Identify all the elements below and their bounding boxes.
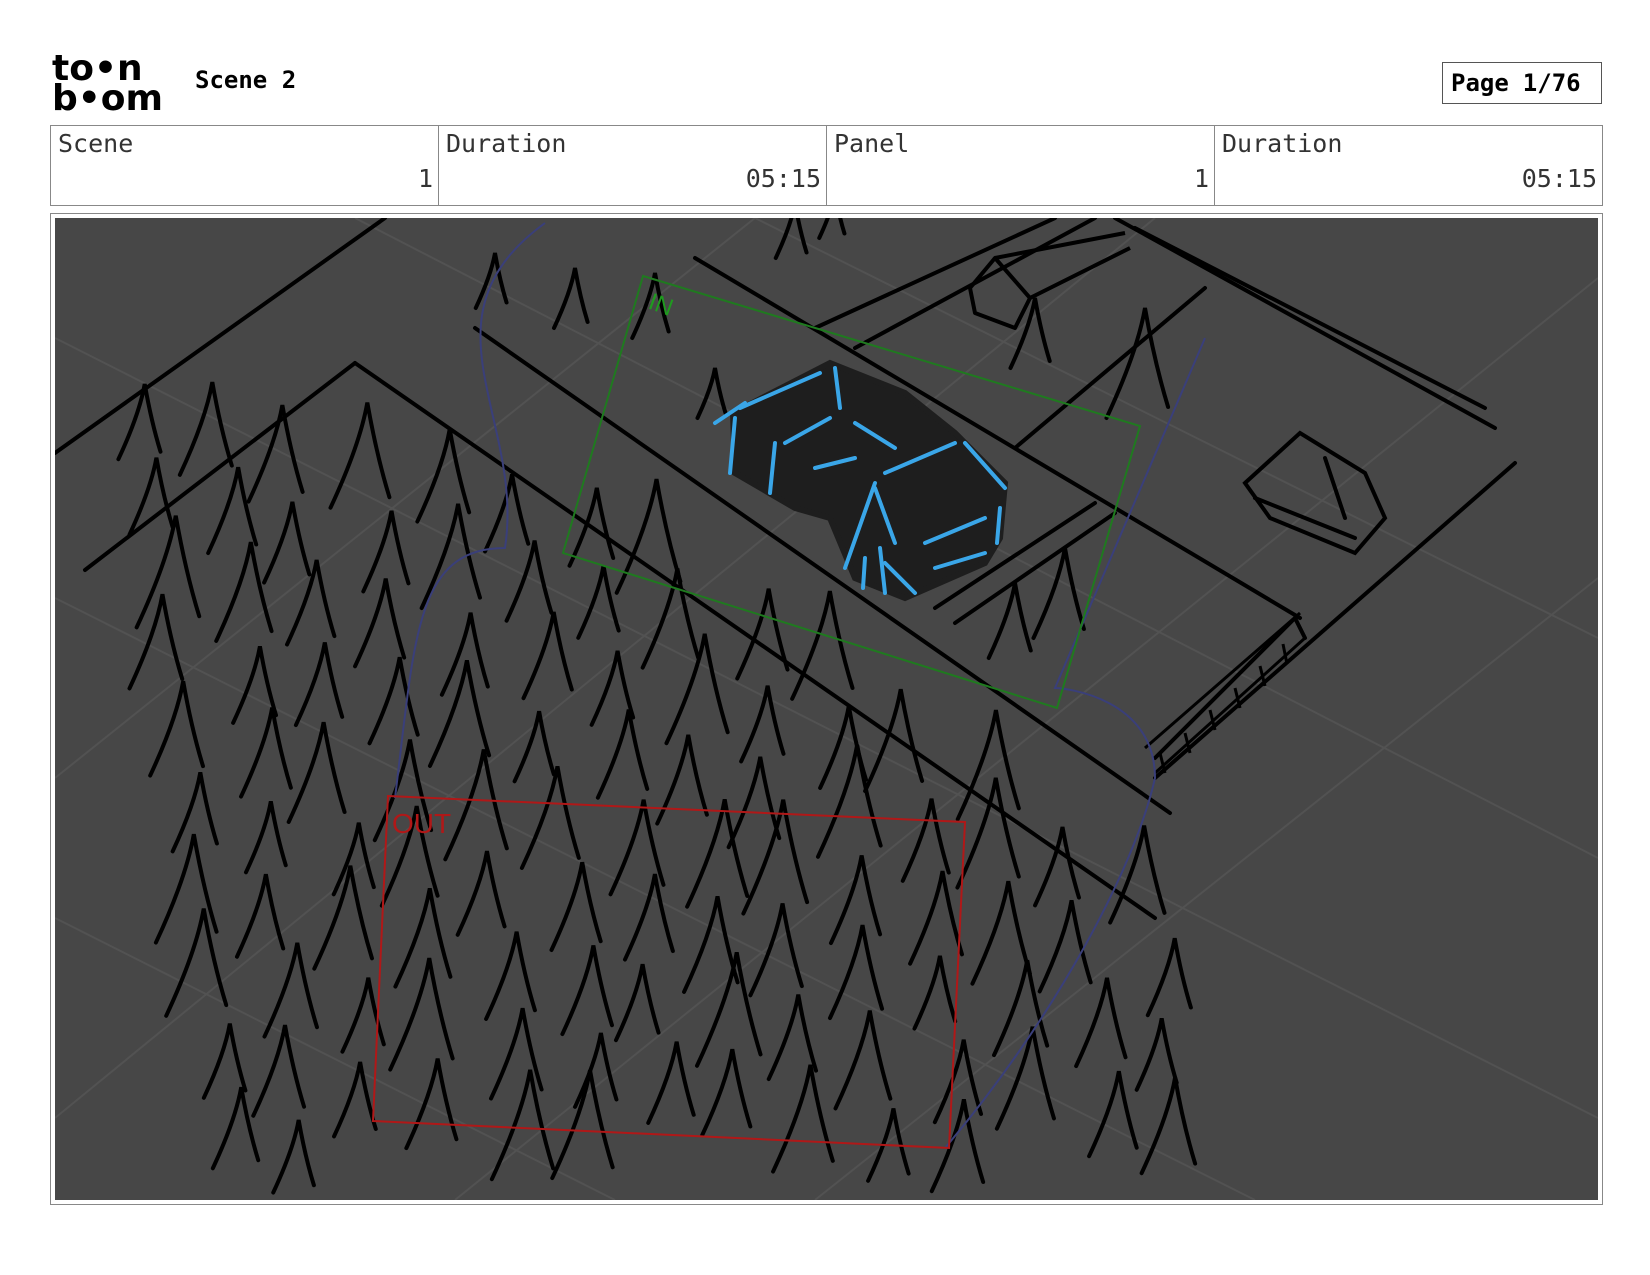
panel-duration-label: Duration <box>1222 129 1343 158</box>
tree <box>748 903 804 998</box>
tree <box>210 1086 261 1171</box>
tree <box>1139 1077 1198 1176</box>
panel-frame: IN OUT <box>50 213 1603 1205</box>
tree <box>900 798 951 883</box>
tree <box>576 565 621 640</box>
tree <box>127 457 175 537</box>
parked-car-sketch <box>1242 430 1388 556</box>
page-indicator: Page 1/76 <box>1442 62 1602 104</box>
tree <box>700 1048 753 1138</box>
tree <box>614 478 683 595</box>
tree <box>415 428 472 524</box>
tree <box>863 688 925 794</box>
tree <box>992 959 1050 1058</box>
tree <box>908 870 964 966</box>
tree <box>685 799 750 909</box>
scene-info-table: Scene 1 Duration 05:15 Panel 1 Duration … <box>50 125 1603 206</box>
tree <box>134 515 202 630</box>
panel-value: 1 <box>1193 164 1209 193</box>
tree <box>419 503 482 611</box>
tree <box>393 887 453 989</box>
tree <box>739 685 786 764</box>
tree <box>243 800 288 875</box>
car-sketch <box>713 359 1009 602</box>
tree <box>827 924 885 1021</box>
tree <box>239 707 293 799</box>
logo-line-bottom: b•om <box>52 78 164 119</box>
scene-duration-label: Duration <box>446 129 567 158</box>
tree <box>912 955 958 1031</box>
tree <box>552 267 590 330</box>
toon-boom-logo: to•n b•om <box>52 51 168 119</box>
tree <box>549 861 603 952</box>
tree <box>817 218 847 240</box>
tree <box>970 880 1032 986</box>
panel-label: Panel <box>834 129 910 158</box>
storyboard-drawing: IN OUT <box>55 218 1598 1200</box>
scene-duration-value: 05:15 <box>745 164 821 193</box>
tree <box>293 642 345 728</box>
tree <box>816 744 883 859</box>
tree <box>613 963 661 1043</box>
page-number: 1/76 <box>1522 69 1581 97</box>
tree <box>262 942 319 1039</box>
tree <box>1134 1018 1179 1092</box>
tree <box>1145 937 1193 1018</box>
tree <box>489 1069 556 1182</box>
tree <box>695 367 728 420</box>
tree <box>455 850 507 937</box>
tree <box>1074 977 1128 1069</box>
scene-duration-cell: Duration 05:15 <box>439 126 827 205</box>
scene-label: Scene <box>58 129 134 158</box>
tree <box>771 1064 835 1174</box>
scene-value: 1 <box>417 164 433 193</box>
tree <box>332 1061 378 1139</box>
tree <box>443 749 509 862</box>
tree <box>521 611 574 701</box>
tree <box>695 952 763 1068</box>
tree <box>271 1119 316 1195</box>
tree <box>286 721 347 824</box>
page-label: Page <box>1451 69 1509 97</box>
tree <box>246 404 305 504</box>
storyboard-panel: IN OUT <box>55 218 1598 1200</box>
tree <box>726 756 782 850</box>
tree <box>206 466 259 556</box>
scene-title: Scene 2 <box>195 66 297 94</box>
tree <box>519 765 581 870</box>
panel-cell: Panel 1 <box>827 126 1215 205</box>
tree <box>828 855 883 946</box>
tree <box>955 777 1021 890</box>
out-label: OUT <box>392 808 451 839</box>
tree <box>473 252 509 310</box>
tree <box>1087 1070 1139 1159</box>
tree <box>201 1023 248 1100</box>
scene-cell: Scene 1 <box>51 126 439 205</box>
tree <box>773 218 809 260</box>
tree <box>790 590 855 701</box>
tree <box>427 660 492 768</box>
tree <box>512 710 556 784</box>
panel-duration-value: 05:15 <box>1521 164 1597 193</box>
tree <box>1037 900 1093 994</box>
tree <box>833 1010 893 1111</box>
tree <box>404 1058 459 1151</box>
tree <box>560 945 614 1037</box>
tree <box>127 593 185 691</box>
tree <box>262 501 312 585</box>
tree <box>595 709 650 800</box>
out-frame <box>371 794 967 1150</box>
tree <box>504 540 554 623</box>
forest-trees <box>116 218 1198 1195</box>
panel-duration-cell: Duration 05:15 <box>1215 126 1602 205</box>
tree <box>484 931 537 1021</box>
tree <box>646 1041 696 1125</box>
tree <box>439 612 490 697</box>
tree <box>234 873 286 959</box>
